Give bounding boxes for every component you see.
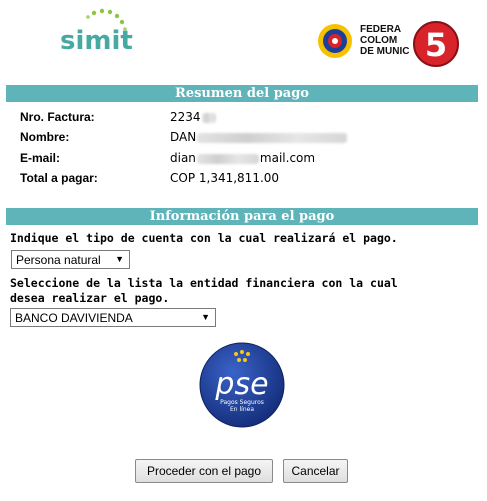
total-label: Total a pagar: [20, 171, 98, 185]
chevron-down-icon: ▼ [115, 254, 124, 264]
payment-info-header: Información para el pago [6, 208, 478, 225]
pse-tagline-2: En línea [230, 406, 254, 413]
chevron-down-icon: ▼ [201, 312, 210, 322]
simit-logo: simit [58, 8, 138, 56]
svg-text:5: 5 [425, 26, 447, 64]
federacion-emblem-icon [318, 24, 352, 58]
email-label: E-mail: [20, 151, 61, 165]
total-value: COP 1,341,811.00 [170, 171, 280, 185]
simit-logo-text: simit [60, 26, 133, 56]
pse-logo-word: pse [214, 367, 268, 402]
account-type-select[interactable]: Persona natural ▼ [11, 250, 130, 269]
email-value: dian mail.com [170, 151, 316, 165]
proceed-payment-button[interactable]: Proceder con el pago [135, 459, 273, 483]
bank-value: BANCO DAVIVIENDA [15, 311, 133, 325]
bank-select[interactable]: BANCO DAVIVIENDA ▼ [10, 308, 216, 327]
invoice-label: Nro. Factura: [20, 110, 95, 124]
federacion-logo-text: FEDERA COLOM DE MUNIC [360, 24, 410, 57]
bank-prompt: Seleccione de la lista la entidad financ… [10, 276, 398, 305]
pse-tagline-1: Pagos Seguros [220, 399, 264, 406]
cancel-button[interactable]: Cancelar [283, 459, 348, 483]
pse-logo: pse Pagos Seguros En línea [199, 342, 285, 428]
federacion-logo: FEDERA COLOM DE MUNIC 5 [316, 14, 466, 74]
invoice-value: 2234 [170, 110, 217, 124]
name-label: Nombre: [20, 130, 70, 144]
five-badge-icon: 5 [413, 21, 459, 67]
summary-header: Resumen del pago [6, 85, 478, 102]
name-value: DAN [170, 130, 348, 144]
account-type-value: Persona natural [16, 253, 101, 267]
account-type-prompt: Indique el tipo de cuenta con la cual re… [10, 231, 398, 245]
